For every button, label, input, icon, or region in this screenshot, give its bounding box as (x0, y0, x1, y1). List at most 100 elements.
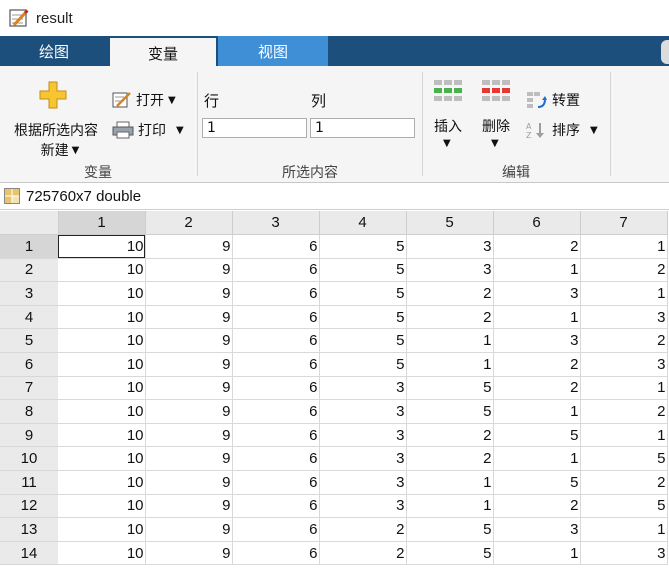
table-cell[interactable]: 5 (319, 352, 407, 377)
table-cell[interactable]: 3 (580, 352, 668, 377)
row-header[interactable]: 10 (0, 446, 58, 472)
table-cell[interactable]: 1 (493, 399, 581, 424)
table-cell[interactable]: 10 (58, 305, 146, 330)
table-cell[interactable]: 3 (493, 517, 581, 542)
table-cell[interactable]: 2 (406, 423, 494, 448)
table-cell[interactable]: 9 (145, 281, 233, 306)
table-cell[interactable]: 6 (232, 470, 320, 495)
table-cell[interactable]: 1 (580, 281, 668, 306)
table-cell[interactable]: 2 (493, 494, 581, 519)
table-cell[interactable]: 10 (58, 376, 146, 401)
table-cell[interactable]: 1 (580, 423, 668, 448)
table-cell[interactable]: 3 (319, 423, 407, 448)
table-cell[interactable]: 1 (580, 517, 668, 542)
table-cell[interactable]: 10 (58, 517, 146, 542)
table-cell[interactable]: 3 (319, 494, 407, 519)
table-cell[interactable]: 2 (580, 399, 668, 424)
table-cell[interactable]: 6 (232, 494, 320, 519)
column-input[interactable]: 1 (310, 118, 415, 138)
table-cell[interactable]: 3 (493, 328, 581, 354)
column-header[interactable]: 1 (58, 211, 146, 236)
table-cell[interactable]: 10 (58, 399, 146, 424)
table-cell[interactable]: 5 (319, 258, 407, 283)
table-cell[interactable]: 3 (319, 470, 407, 495)
table-cell[interactable]: 3 (406, 234, 494, 259)
row-header[interactable]: 9 (0, 423, 58, 448)
table-cell[interactable]: 6 (232, 305, 320, 330)
table-cell[interactable]: 10 (58, 234, 146, 259)
table-cell[interactable]: 10 (58, 328, 146, 354)
table-cell[interactable]: 1 (406, 352, 494, 377)
open-button[interactable]: 打开 ▼ (112, 90, 176, 110)
table-cell[interactable]: 9 (145, 234, 233, 259)
corner-cell[interactable] (0, 211, 59, 236)
row-header[interactable]: 13 (0, 517, 58, 542)
table-cell[interactable]: 3 (319, 399, 407, 424)
table-cell[interactable]: 1 (580, 234, 668, 259)
table-cell[interactable]: 2 (319, 517, 407, 542)
table-cell[interactable]: 9 (145, 494, 233, 519)
tab-plots[interactable]: 绘图 (0, 36, 108, 66)
table-cell[interactable]: 6 (232, 399, 320, 424)
table-cell[interactable]: 3 (580, 541, 668, 566)
table-cell[interactable]: 2 (493, 234, 581, 259)
print-button[interactable]: 打印 ▼ (112, 120, 184, 140)
table-cell[interactable]: 5 (319, 281, 407, 306)
row-header[interactable]: 4 (0, 305, 58, 330)
table-cell[interactable]: 3 (493, 281, 581, 306)
table-cell[interactable]: 10 (58, 281, 146, 306)
row-header[interactable]: 8 (0, 399, 58, 424)
table-cell[interactable]: 2 (580, 470, 668, 495)
table-cell[interactable]: 5 (406, 517, 494, 542)
table-cell[interactable]: 10 (58, 494, 146, 519)
row-input[interactable]: 1 (202, 118, 307, 138)
delete-button[interactable]: 删除 ▼ (478, 74, 514, 154)
table-cell[interactable]: 1 (493, 446, 581, 472)
row-header[interactable]: 7 (0, 376, 58, 401)
table-cell[interactable]: 9 (145, 446, 233, 472)
table-cell[interactable]: 9 (145, 376, 233, 401)
table-cell[interactable]: 1 (493, 258, 581, 283)
table-cell[interactable]: 6 (232, 517, 320, 542)
table-cell[interactable]: 5 (406, 541, 494, 566)
table-cell[interactable]: 2 (406, 305, 494, 330)
tab-view[interactable]: 视图 (218, 36, 328, 66)
column-header[interactable]: 7 (580, 211, 668, 236)
table-cell[interactable]: 9 (145, 305, 233, 330)
table-cell[interactable]: 10 (58, 258, 146, 283)
column-header[interactable]: 4 (319, 211, 407, 236)
tab-variable[interactable]: 变量 (110, 38, 216, 68)
table-cell[interactable]: 5 (406, 399, 494, 424)
table-cell[interactable]: 10 (58, 423, 146, 448)
table-cell[interactable]: 1 (406, 470, 494, 495)
table-cell[interactable]: 9 (145, 399, 233, 424)
table-cell[interactable]: 2 (493, 352, 581, 377)
table-cell[interactable]: 6 (232, 328, 320, 354)
row-header[interactable]: 2 (0, 258, 58, 283)
table-cell[interactable]: 10 (58, 470, 146, 495)
table-cell[interactable]: 9 (145, 423, 233, 448)
table-cell[interactable]: 6 (232, 281, 320, 306)
table-cell[interactable]: 9 (145, 352, 233, 377)
table-cell[interactable]: 1 (580, 376, 668, 401)
table-cell[interactable]: 5 (406, 376, 494, 401)
row-header[interactable]: 12 (0, 494, 58, 519)
table-cell[interactable]: 6 (232, 352, 320, 377)
column-header[interactable]: 6 (493, 211, 581, 236)
table-cell[interactable]: 6 (232, 258, 320, 283)
table-cell[interactable]: 6 (232, 423, 320, 448)
table-cell[interactable]: 5 (319, 305, 407, 330)
row-header[interactable]: 1 (0, 234, 58, 259)
table-cell[interactable]: 5 (493, 470, 581, 495)
table-cell[interactable]: 2 (580, 328, 668, 354)
table-cell[interactable]: 5 (493, 423, 581, 448)
table-cell[interactable]: 6 (232, 541, 320, 566)
transpose-button[interactable]: 转置 (526, 90, 580, 110)
row-header[interactable]: 5 (0, 328, 58, 354)
table-cell[interactable]: 9 (145, 470, 233, 495)
table-cell[interactable]: 5 (580, 494, 668, 519)
row-header[interactable]: 11 (0, 470, 58, 495)
table-cell[interactable]: 2 (319, 541, 407, 566)
row-header[interactable]: 14 (0, 541, 58, 566)
insert-button[interactable]: 插入 ▼ (430, 74, 466, 154)
